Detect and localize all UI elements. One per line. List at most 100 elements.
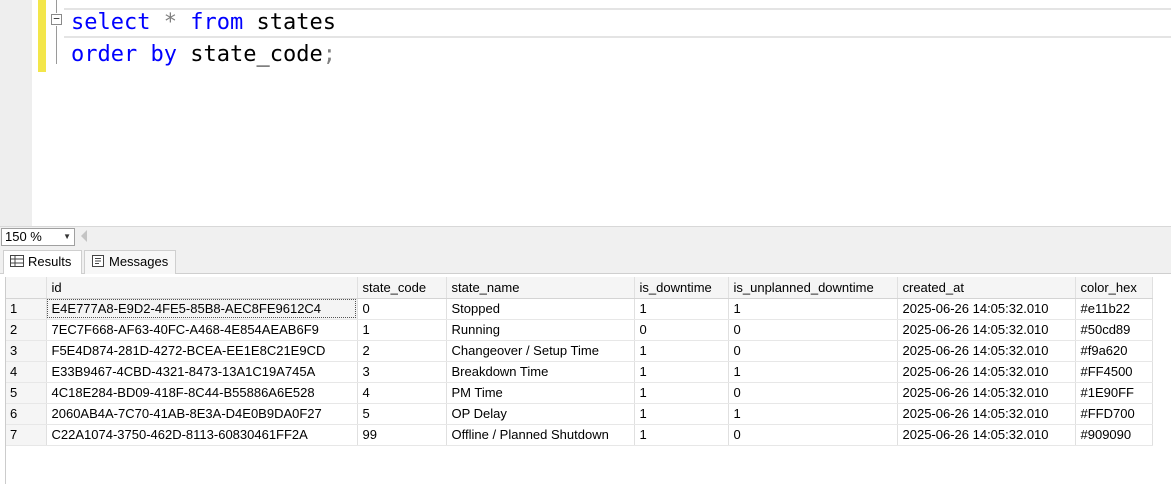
cell-state-name[interactable]: Running — [446, 319, 635, 341]
cell-is-downtime[interactable]: 1 — [634, 403, 729, 425]
row-number[interactable]: 6 — [5, 403, 47, 425]
cell-created-at[interactable]: 2025-06-26 14:05:32.010 — [897, 319, 1076, 341]
cell-state-name[interactable]: Changeover / Setup Time — [446, 340, 635, 362]
column-header-is-downtime[interactable]: is_downtime — [634, 277, 729, 299]
messages-icon — [92, 255, 104, 267]
grid-icon — [10, 255, 24, 267]
cell-created-at[interactable]: 2025-06-26 14:05:32.010 — [897, 382, 1076, 404]
zoom-select[interactable]: 150 % ▼ — [1, 228, 75, 246]
row-number[interactable]: 5 — [5, 382, 47, 404]
cell-id[interactable]: C22A1074-3750-462D-8113-60830461FF2A — [46, 424, 358, 446]
cell-color-hex[interactable]: #FF4500 — [1075, 361, 1153, 383]
row-number[interactable]: 2 — [5, 319, 47, 341]
cell-color-hex[interactable]: #e11b22 — [1075, 298, 1153, 320]
column-header-rownum[interactable] — [5, 277, 47, 299]
tab-results[interactable]: Results — [3, 250, 82, 274]
cell-created-at[interactable]: 2025-06-26 14:05:32.010 — [897, 340, 1076, 362]
results-tab-bar: Results Messages — [0, 248, 1171, 274]
cell-created-at[interactable]: 2025-06-26 14:05:32.010 — [897, 403, 1076, 425]
cell-state-code[interactable]: 99 — [357, 424, 447, 446]
keyword-order: order — [71, 42, 138, 67]
column-name: state_code — [190, 42, 323, 67]
cell-state-name[interactable]: PM Time — [446, 382, 635, 404]
cell-state-code[interactable]: 0 — [357, 298, 447, 320]
column-header-state-code[interactable]: state_code — [357, 277, 447, 299]
editor-gutter — [0, 0, 32, 226]
cell-color-hex[interactable]: #FFD700 — [1075, 403, 1153, 425]
column-header-created-at[interactable]: created_at — [897, 277, 1076, 299]
cell-is-unplanned-downtime[interactable]: 0 — [728, 340, 898, 362]
table-row[interactable]: 7 C22A1074-3750-462D-8113-60830461FF2A 9… — [5, 424, 1153, 446]
cell-id[interactable]: E33B9467-4CBD-4321-8473-13A1C19A745A — [46, 361, 358, 383]
table-row[interactable]: 2 7EC7F668-AF63-40FC-A468-4E854AEAB6F9 1… — [5, 319, 1153, 341]
code-line-2[interactable]: order by state_code; — [71, 40, 336, 70]
row-number[interactable]: 3 — [5, 340, 47, 362]
cell-state-name[interactable]: Breakdown Time — [446, 361, 635, 383]
results-grid[interactable]: id state_code state_name is_downtime is_… — [5, 277, 1153, 446]
results-grid-area: id state_code state_name is_downtime is_… — [0, 274, 1171, 484]
cell-is-downtime[interactable]: 1 — [634, 340, 729, 362]
query-editor[interactable]: − select * from states order by state_co… — [0, 0, 1171, 226]
cell-state-name[interactable]: Offline / Planned Shutdown — [446, 424, 635, 446]
collapse-icon[interactable]: − — [51, 13, 62, 25]
table-row[interactable]: 3 F5E4D874-281D-4272-BCEA-EE1E8C21E9CD 2… — [5, 340, 1153, 362]
cell-is-downtime[interactable]: 0 — [634, 319, 729, 341]
cell-id[interactable]: E4E777A8-E9D2-4FE5-85B8-AEC8FE9612C4 — [46, 298, 358, 320]
tab-results-label: Results — [28, 254, 72, 269]
cell-id[interactable]: 2060AB4A-7C70-41AB-8E3A-D4E0B9DA0F27 — [46, 403, 358, 425]
keyword-select: select — [71, 10, 151, 35]
row-number[interactable]: 1 — [5, 298, 47, 320]
table-row[interactable]: 1 E4E777A8-E9D2-4FE5-85B8-AEC8FE9612C4 0… — [5, 298, 1153, 320]
cell-is-unplanned-downtime[interactable]: 1 — [728, 361, 898, 383]
column-header-state-name[interactable]: state_name — [446, 277, 635, 299]
cell-is-downtime[interactable]: 1 — [634, 382, 729, 404]
column-header-color-hex[interactable]: color_hex — [1075, 277, 1153, 299]
row-number[interactable]: 7 — [5, 424, 47, 446]
scroll-left-icon[interactable] — [81, 230, 87, 242]
column-header-id[interactable]: id — [46, 277, 358, 299]
table-name: states — [256, 10, 336, 35]
cell-state-code[interactable]: 5 — [357, 403, 447, 425]
cell-state-code[interactable]: 2 — [357, 340, 447, 362]
cell-is-downtime[interactable]: 1 — [634, 298, 729, 320]
cell-state-name[interactable]: OP Delay — [446, 403, 635, 425]
cell-id[interactable]: F5E4D874-281D-4272-BCEA-EE1E8C21E9CD — [46, 340, 358, 362]
cell-is-downtime[interactable]: 1 — [634, 424, 729, 446]
cell-created-at[interactable]: 2025-06-26 14:05:32.010 — [897, 424, 1076, 446]
cell-color-hex[interactable]: #f9a620 — [1075, 340, 1153, 362]
cell-color-hex[interactable]: #1E90FF — [1075, 382, 1153, 404]
cell-is-downtime[interactable]: 1 — [634, 361, 729, 383]
cell-state-name[interactable]: Stopped — [446, 298, 635, 320]
tab-messages-label: Messages — [109, 254, 169, 269]
keyword-from: from — [190, 10, 244, 35]
cell-created-at[interactable]: 2025-06-26 14:05:32.010 — [897, 298, 1076, 320]
cell-state-code[interactable]: 4 — [357, 382, 447, 404]
cell-is-unplanned-downtime[interactable]: 0 — [728, 424, 898, 446]
column-header-is-unplanned-downtime[interactable]: is_unplanned_downtime — [728, 277, 898, 299]
cell-state-code[interactable]: 3 — [357, 361, 447, 383]
table-row[interactable]: 6 2060AB4A-7C70-41AB-8E3A-D4E0B9DA0F27 5… — [5, 403, 1153, 425]
tab-messages[interactable]: Messages — [84, 250, 176, 274]
cell-is-unplanned-downtime[interactable]: 1 — [728, 403, 898, 425]
row-number[interactable]: 4 — [5, 361, 47, 383]
cell-is-unplanned-downtime[interactable]: 0 — [728, 319, 898, 341]
cell-id[interactable]: 4C18E284-BD09-418F-8C44-B55886A6E528 — [46, 382, 358, 404]
grid-border — [5, 277, 6, 484]
cell-color-hex[interactable]: #909090 — [1075, 424, 1153, 446]
grid-header-row: id state_code state_name is_downtime is_… — [5, 277, 1153, 299]
cell-state-code[interactable]: 1 — [357, 319, 447, 341]
cell-color-hex[interactable]: #50cd89 — [1075, 319, 1153, 341]
outline-line — [56, 26, 57, 64]
operator-star: * — [163, 10, 177, 35]
table-row[interactable]: 5 4C18E284-BD09-418F-8C44-B55886A6E528 4… — [5, 382, 1153, 404]
cell-is-unplanned-downtime[interactable]: 1 — [728, 298, 898, 320]
code-line-1[interactable]: select * from states — [71, 8, 336, 38]
zoom-value: 150 % — [5, 229, 42, 244]
cell-created-at[interactable]: 2025-06-26 14:05:32.010 — [897, 361, 1076, 383]
keyword-by: by — [150, 42, 177, 67]
chevron-down-icon[interactable]: ▼ — [63, 229, 71, 245]
table-row[interactable]: 4 E33B9467-4CBD-4321-8473-13A1C19A745A 3… — [5, 361, 1153, 383]
statement-terminator: ; — [322, 42, 336, 67]
cell-is-unplanned-downtime[interactable]: 0 — [728, 382, 898, 404]
cell-id[interactable]: 7EC7F668-AF63-40FC-A468-4E854AEAB6F9 — [46, 319, 358, 341]
